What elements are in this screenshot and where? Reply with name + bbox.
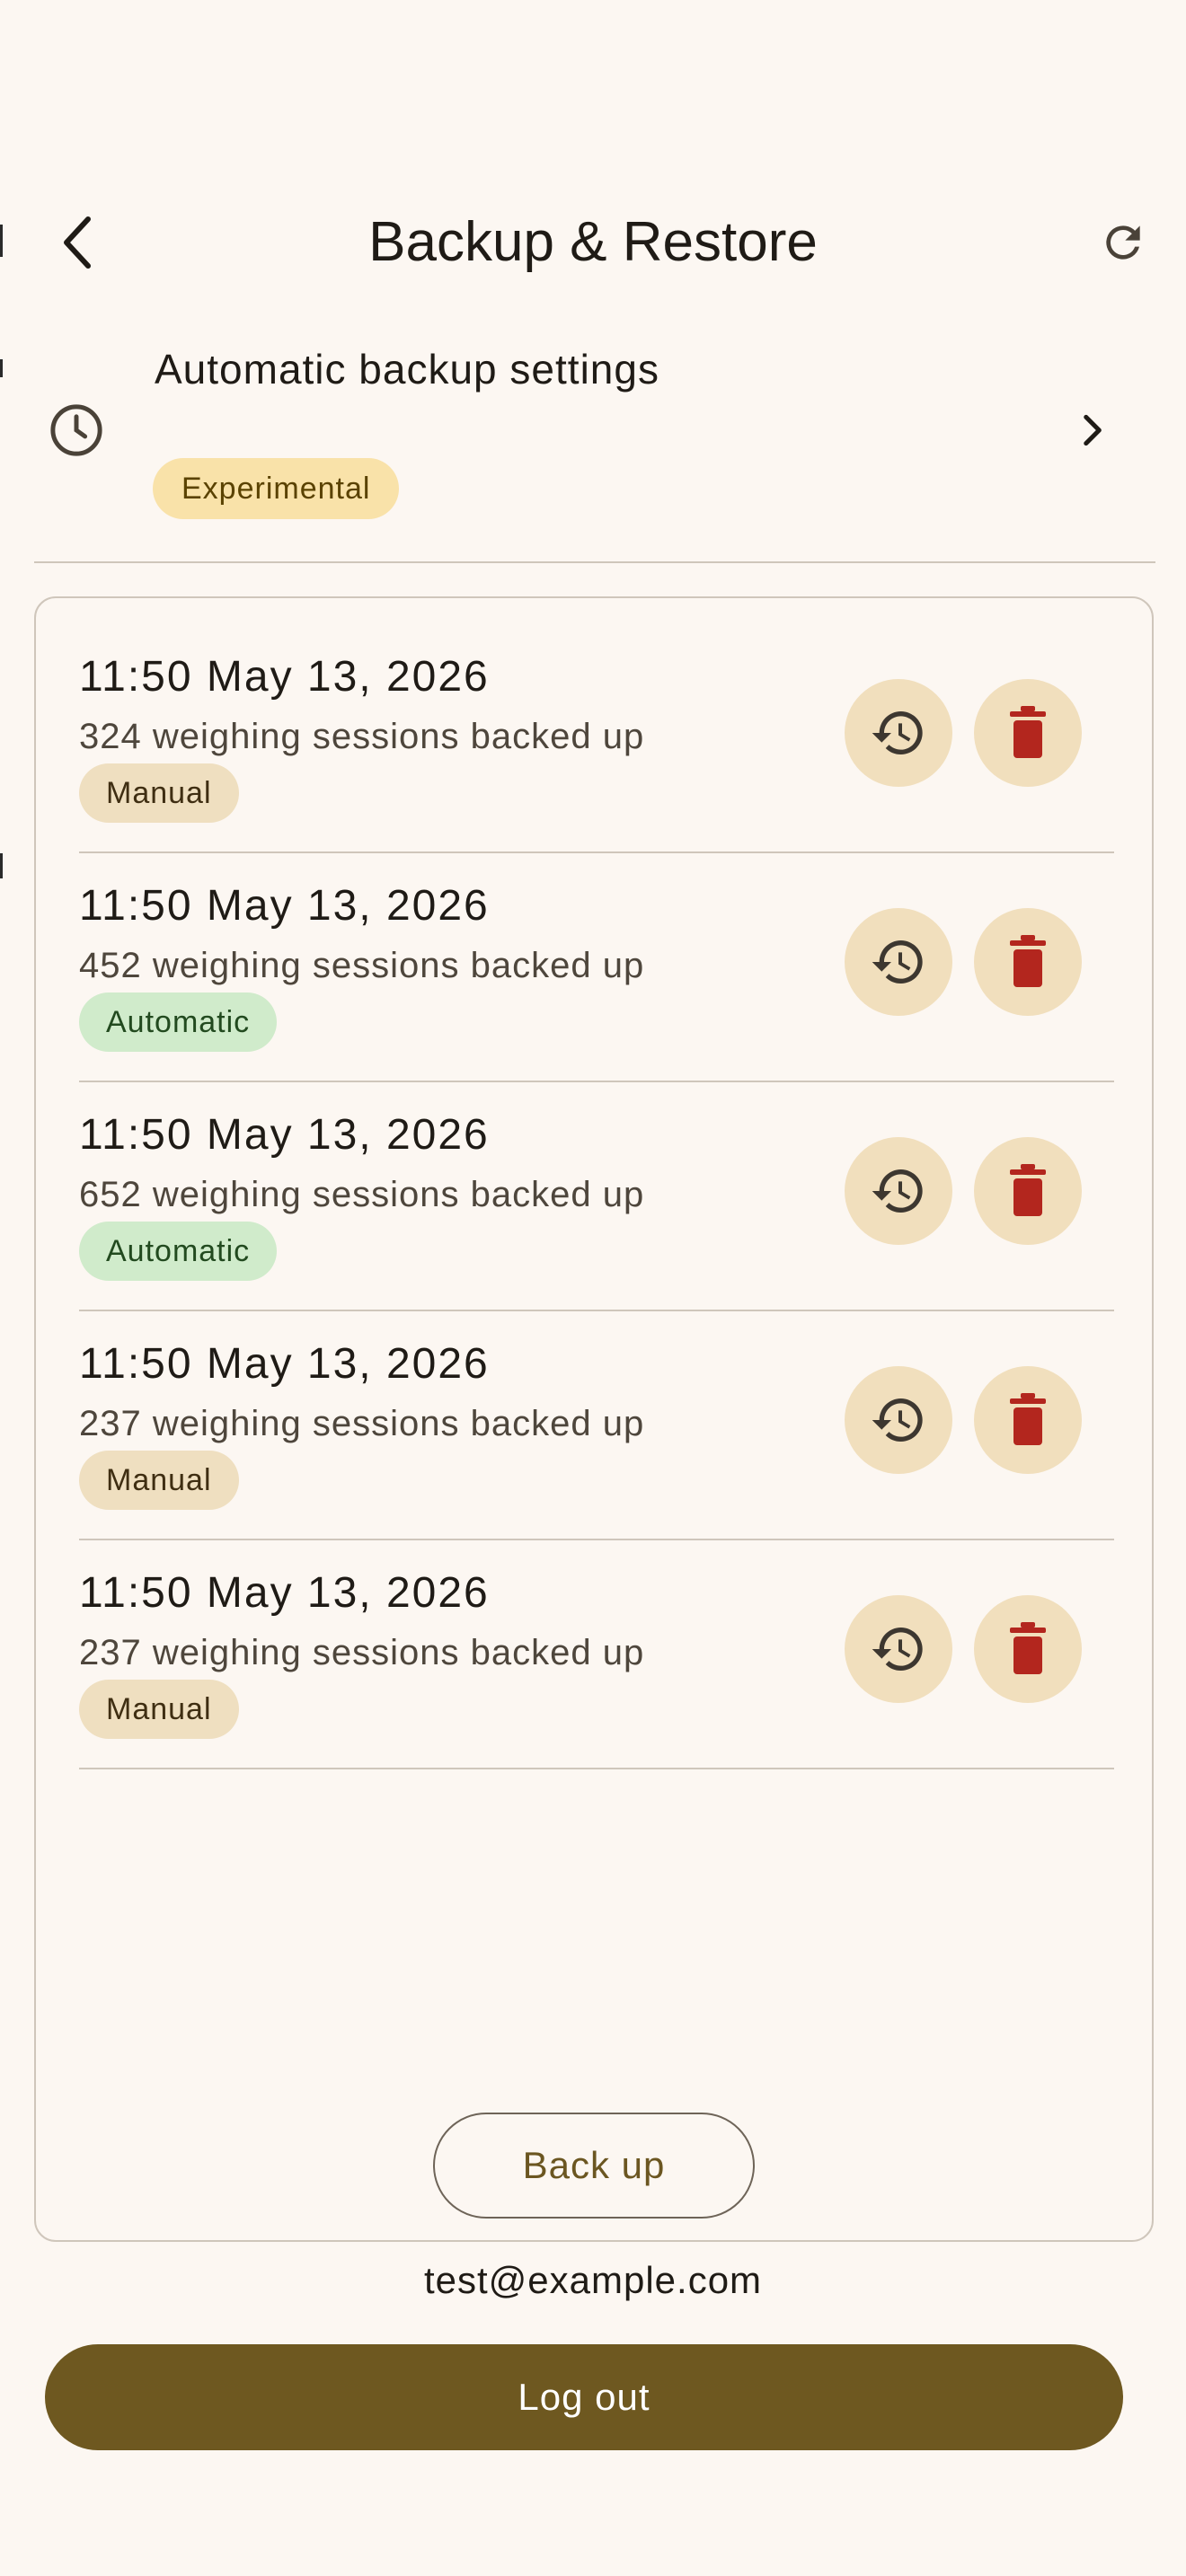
back-button[interactable]: [43, 207, 115, 278]
clock-icon: [50, 404, 102, 456]
restore-button[interactable]: [845, 1137, 952, 1245]
backup-time: 11:50 May 13, 2026: [79, 1111, 490, 1159]
back-up-button[interactable]: Back up: [433, 2113, 755, 2219]
divider: [34, 561, 1155, 563]
backup-time: 11:50 May 13, 2026: [79, 653, 490, 701]
log-out-button[interactable]: Log out: [45, 2344, 1123, 2450]
item-divider: [79, 1310, 1114, 1311]
backup-description: 324 weighing sessions backed up: [79, 717, 645, 756]
backup-time: 11:50 May 13, 2026: [79, 1569, 490, 1617]
backup-description: 652 weighing sessions backed up: [79, 1175, 645, 1214]
backup-list-item: 11:50 May 13, 2026 237 weighing sessions …: [79, 1312, 1114, 1540]
backup-type-badge: Automatic: [79, 1222, 278, 1281]
backup-list-item: 11:50 May 13, 2026 652 weighing sessions …: [79, 1083, 1114, 1311]
delete-button[interactable]: [974, 1366, 1082, 1474]
chevron-right-icon: [1084, 414, 1102, 446]
restore-history-icon: [872, 1169, 923, 1213]
backup-list-item: 11:50 May 13, 2026 452 weighing sessions …: [79, 854, 1114, 1082]
backup-list-item: 11:50 May 13, 2026 324 weighing sessions …: [79, 625, 1114, 853]
restore-button[interactable]: [845, 1595, 952, 1703]
restore-history-icon: [872, 711, 923, 754]
backup-type-badge: Manual: [79, 1680, 239, 1739]
backup-time: 11:50 May 13, 2026: [79, 882, 490, 930]
restore-button[interactable]: [845, 908, 952, 1016]
delete-button[interactable]: [974, 908, 1082, 1016]
item-divider: [79, 1081, 1114, 1082]
trash-icon: [1010, 935, 1046, 987]
account-email: test@example.com: [423, 2259, 763, 2301]
backup-type-badge: Manual: [79, 763, 239, 823]
backup-type-badge: Automatic: [79, 992, 278, 1052]
edge-artifact: [0, 853, 3, 878]
delete-button[interactable]: [974, 1137, 1082, 1245]
chevron-left-icon: [64, 216, 91, 269]
backup-time: 11:50 May 13, 2026: [79, 1340, 490, 1388]
restore-button[interactable]: [845, 679, 952, 787]
refresh-button[interactable]: [1087, 207, 1159, 278]
backup-type-badge: Manual: [79, 1451, 239, 1510]
page-title: Backup & Restore: [368, 211, 818, 273]
settings-label: Automatic backup settings: [155, 346, 659, 393]
item-divider: [79, 1768, 1114, 1769]
restore-history-icon: [872, 1398, 923, 1442]
item-divider: [79, 851, 1114, 853]
backup-list-item: 11:50 May 13, 2026 237 weighing sessions …: [79, 1541, 1114, 1769]
backup-description: 452 weighing sessions backed up: [79, 946, 645, 985]
restore-history-icon: [872, 940, 923, 984]
backup-description: 237 weighing sessions backed up: [79, 1404, 645, 1443]
delete-button[interactable]: [974, 679, 1082, 787]
trash-icon: [1010, 1164, 1046, 1216]
refresh-icon: [1106, 225, 1140, 260]
restore-button[interactable]: [845, 1366, 952, 1474]
experimental-badge: Experimental: [153, 458, 400, 519]
restore-history-icon: [872, 1628, 923, 1671]
trash-icon: [1010, 1393, 1046, 1445]
trash-icon: [1010, 1622, 1046, 1674]
backups-card: 11:50 May 13, 2026 324 weighing sessions …: [34, 596, 1154, 2242]
trash-icon: [1010, 706, 1046, 758]
item-divider: [79, 1539, 1114, 1540]
edge-artifact: [0, 225, 3, 257]
backup-description: 237 weighing sessions backed up: [79, 1633, 645, 1672]
delete-button[interactable]: [974, 1595, 1082, 1703]
